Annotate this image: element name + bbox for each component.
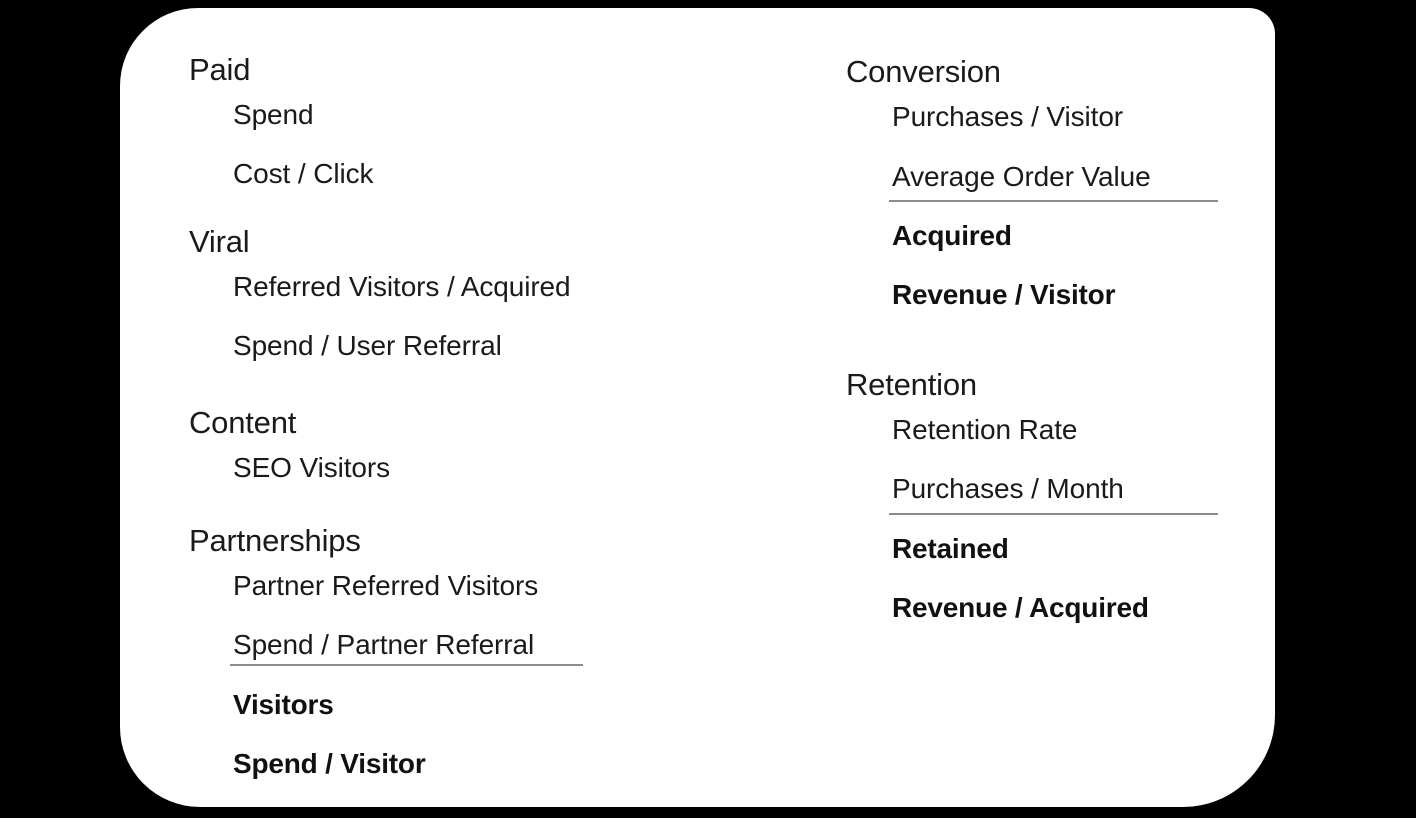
metric-item-purchases-per-month: Purchases / Month — [892, 473, 1124, 504]
metric-total-visitors: Visitors — [233, 689, 334, 720]
metric-item-retention-rate: Retention Rate — [892, 414, 1078, 445]
group-heading-paid: Paid — [189, 52, 251, 87]
group-heading-partnerships: Partnerships — [189, 523, 361, 558]
left-column-total-divider — [230, 664, 583, 666]
metric-item-partner-referred-visitors: Partner Referred Visitors — [233, 570, 539, 601]
metric-item-spend: Spend — [233, 99, 314, 130]
metric-item-seo-visitors: SEO Visitors — [233, 452, 390, 483]
metric-total-retained: Retained — [892, 533, 1009, 564]
metric-item-referred-visitors-per-acquired: Referred Visitors / Acquired — [233, 271, 571, 302]
metric-total-spend-per-visitor: Spend / Visitor — [233, 748, 426, 779]
group-heading-conversion: Conversion — [846, 54, 1001, 89]
metric-item-spend-per-partner-referral: Spend / Partner Referral — [233, 629, 535, 660]
conversion-total-divider — [889, 200, 1218, 202]
group-heading-retention: Retention — [846, 367, 977, 402]
group-heading-content: Content — [189, 405, 297, 440]
metric-total-revenue-per-acquired: Revenue / Acquired — [892, 592, 1149, 623]
metric-total-revenue-per-visitor: Revenue / Visitor — [892, 279, 1116, 310]
metric-item-cost-per-click: Cost / Click — [233, 158, 374, 189]
metric-item-spend-per-user-referral: Spend / User Referral — [233, 330, 502, 361]
metric-item-purchases-per-visitor: Purchases / Visitor — [892, 101, 1124, 132]
retention-total-divider — [889, 513, 1218, 515]
group-heading-viral: Viral — [189, 224, 250, 259]
metrics-card: Paid Spend Cost / Click Viral Referred V… — [120, 8, 1275, 807]
metric-total-acquired: Acquired — [892, 220, 1012, 251]
metric-item-average-order-value: Average Order Value — [892, 161, 1151, 192]
